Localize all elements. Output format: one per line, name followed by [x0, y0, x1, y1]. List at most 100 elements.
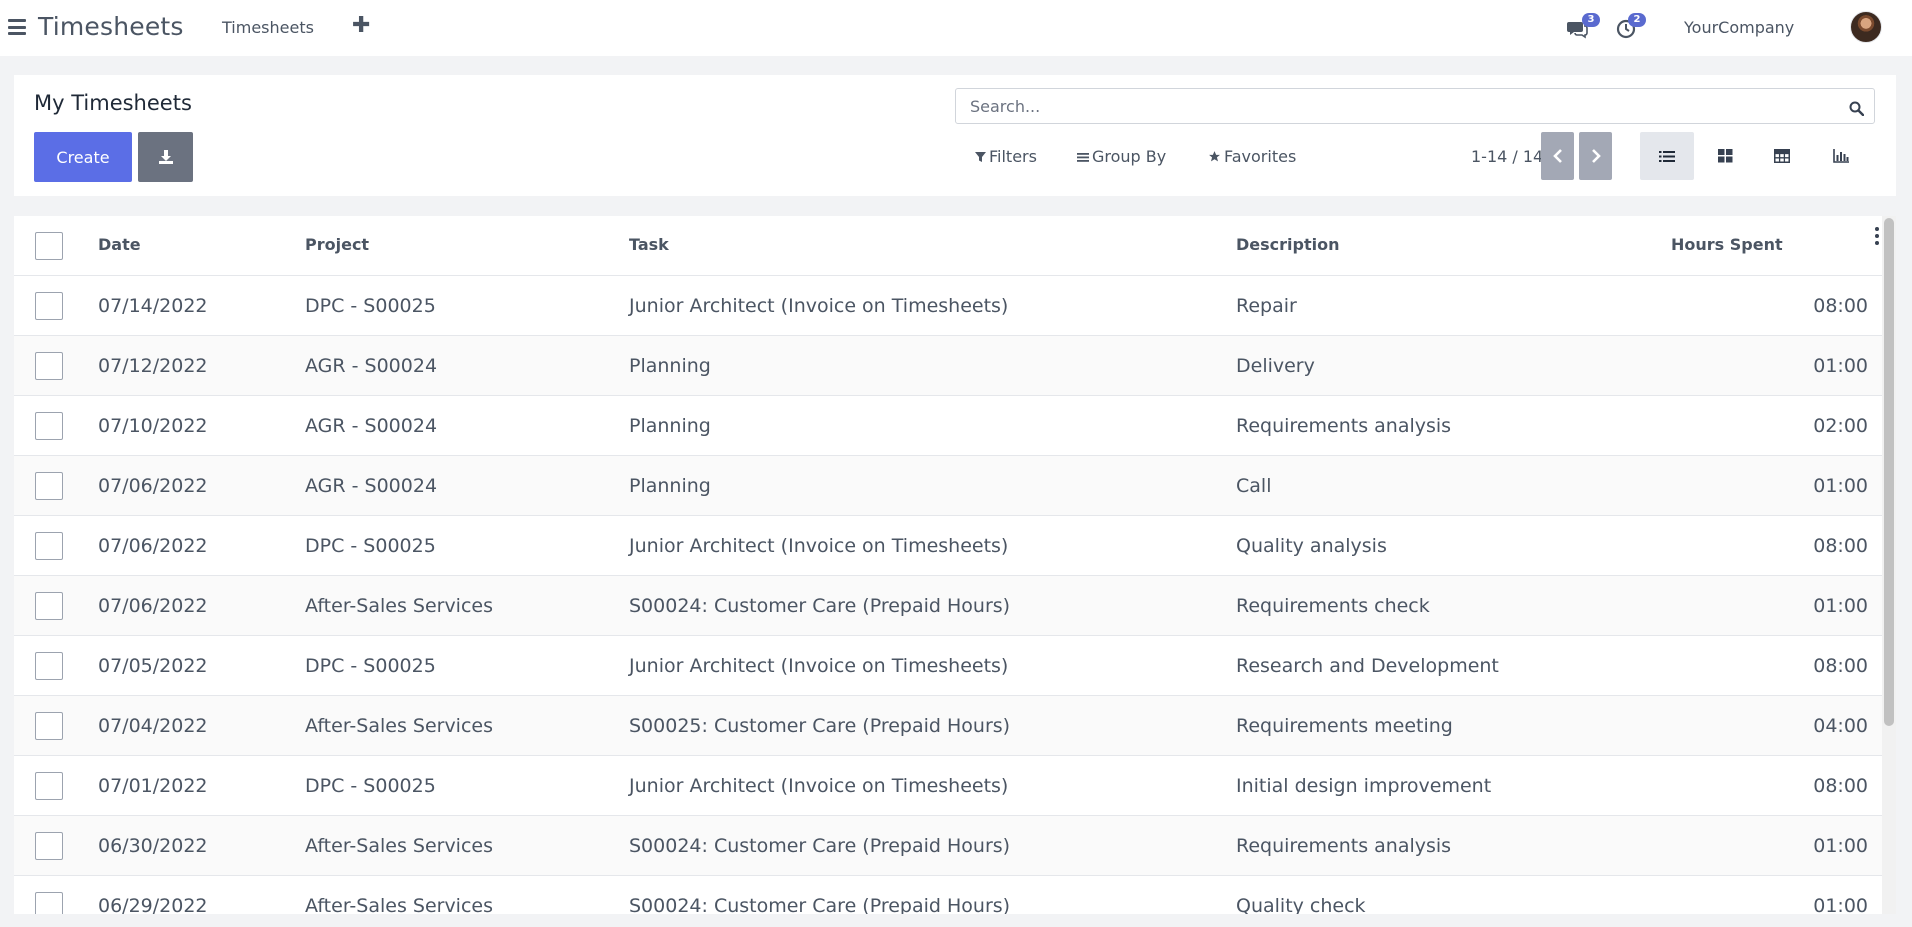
search-icon[interactable] [1849, 101, 1864, 116]
filters-label: Filters [989, 147, 1037, 166]
cell-project: After-Sales Services [305, 595, 493, 617]
cell-description: Requirements meeting [1236, 715, 1453, 737]
row-checkbox[interactable] [35, 772, 63, 800]
row-checkbox[interactable] [35, 472, 63, 500]
table-row[interactable]: 07/04/2022 After-Sales Services S00025: Cu… [14, 696, 1882, 756]
table-row[interactable]: 07/01/2022 DPC - S00025 Junior Architect (… [14, 756, 1882, 816]
cell-description: Research and Development [1236, 655, 1499, 677]
table-grid-icon [1774, 149, 1790, 163]
pager-next-button[interactable] [1579, 132, 1612, 180]
table-row[interactable]: 07/06/2022 AGR - S00024 Planning Call 01:00 [14, 456, 1882, 516]
optional-columns-kebab-icon[interactable] [1872, 226, 1882, 246]
menu-item-timesheets[interactable]: Timesheets [222, 18, 314, 37]
kanban-view-button[interactable] [1698, 132, 1752, 180]
cell-description: Requirements analysis [1236, 835, 1452, 857]
table-row[interactable]: 07/12/2022 AGR - S00024 Planning Delivery 01… [14, 336, 1882, 396]
group-by-dropdown[interactable]: Group By [1077, 147, 1166, 166]
cell-project: AGR - S00024 [305, 415, 438, 437]
download-icon [158, 150, 173, 164]
cell-date: 07/10/2022 [98, 415, 208, 437]
cell-hours-spent: 08:00 [1813, 535, 1868, 557]
column-header-task[interactable]: Task [629, 235, 669, 254]
kanban-view-icon [1717, 149, 1732, 163]
cell-project: AGR - S00024 [305, 475, 438, 497]
cell-date: 07/14/2022 [98, 295, 208, 317]
cell-task: Junior Architect (Invoice on Timesheets) [629, 535, 1009, 557]
cell-task: S00024: Customer Care (Prepaid Hours) [629, 895, 1011, 914]
table-row[interactable]: 07/05/2022 DPC - S00025 Junior Architect (… [14, 636, 1882, 696]
cell-project: DPC - S00025 [305, 295, 436, 317]
row-checkbox[interactable] [35, 352, 63, 380]
table-row[interactable]: 06/29/2022 After-Sales Services S00024: Cu… [14, 876, 1882, 914]
cell-project: DPC - S00025 [305, 775, 436, 797]
row-checkbox[interactable] [35, 292, 63, 320]
table-row[interactable]: 07/06/2022 DPC - S00025 Junior Architect (… [14, 516, 1882, 576]
search-input[interactable] [956, 89, 1874, 123]
table-row[interactable]: 07/14/2022 DPC - S00025 Junior Architect (… [14, 276, 1882, 336]
filters-dropdown[interactable]: Filters [975, 147, 1037, 166]
top-navbar: Timesheets Timesheets ✚ 3 2 YourCompany [0, 0, 1912, 56]
cell-description: Repair [1236, 295, 1297, 317]
row-checkbox[interactable] [35, 892, 63, 914]
cell-description: Initial design improvement [1236, 775, 1492, 797]
row-checkbox[interactable] [35, 652, 63, 680]
cell-task: Planning [629, 415, 711, 437]
cell-task: Planning [629, 475, 711, 497]
column-header-hours-spent[interactable]: Hours Spent [1671, 235, 1783, 254]
create-button[interactable]: Create [34, 132, 132, 182]
cell-hours-spent: 08:00 [1813, 655, 1868, 677]
group-by-label: Group By [1092, 147, 1167, 166]
control-panel: My Timesheets Create Filters Group By Fa… [14, 75, 1896, 196]
cell-date: 07/05/2022 [98, 655, 208, 677]
cell-task: Junior Architect (Invoice on Timesheets) [629, 295, 1009, 317]
row-checkbox[interactable] [35, 532, 63, 560]
table-row[interactable]: 07/06/2022 After-Sales Services S00024: Cu… [14, 576, 1882, 636]
cell-hours-spent: 01:00 [1813, 475, 1868, 497]
cell-hours-spent: 08:00 [1813, 295, 1868, 317]
hamburger-menu-icon[interactable] [8, 17, 26, 37]
cell-task: Junior Architect (Invoice on Timesheets) [629, 655, 1009, 677]
cell-project: AGR - S00024 [305, 355, 438, 377]
bar-chart-icon [1833, 149, 1849, 163]
company-switcher[interactable]: YourCompany [1684, 18, 1794, 37]
activities-button[interactable]: 2 [1616, 13, 1648, 42]
graph-view-button[interactable] [1814, 132, 1868, 180]
cell-hours-spent: 02:00 [1813, 415, 1868, 437]
new-item-plus-icon[interactable]: ✚ [352, 13, 370, 38]
app-title[interactable]: Timesheets [38, 12, 184, 41]
table-row[interactable]: 07/10/2022 AGR - S00024 Planning Requiremen… [14, 396, 1882, 456]
cell-hours-spent: 01:00 [1813, 895, 1868, 914]
row-checkbox[interactable] [35, 592, 63, 620]
export-button[interactable] [138, 132, 193, 182]
cell-date: 07/12/2022 [98, 355, 208, 377]
scrollbar-thumb[interactable] [1884, 218, 1894, 726]
search-bar [955, 88, 1875, 124]
timesheet-list: Date Project Task Description Hours Spen… [14, 216, 1896, 914]
pager-previous-button[interactable] [1541, 132, 1574, 180]
row-checkbox[interactable] [35, 412, 63, 440]
cell-description: Delivery [1236, 355, 1315, 377]
cell-project: After-Sales Services [305, 715, 493, 737]
grid-view-button[interactable] [1755, 132, 1809, 180]
list-view-button[interactable] [1640, 132, 1694, 180]
table-header: Date Project Task Description Hours Spen… [14, 216, 1882, 276]
select-all-checkbox[interactable] [35, 232, 63, 260]
pager-value[interactable]: 1-14 / 14 [1471, 147, 1543, 166]
cell-date: 06/30/2022 [98, 835, 208, 857]
cell-hours-spent: 04:00 [1813, 715, 1868, 737]
messages-button[interactable]: 3 [1566, 13, 1600, 42]
row-checkbox[interactable] [35, 712, 63, 740]
column-header-description[interactable]: Description [1236, 235, 1339, 254]
column-header-project[interactable]: Project [305, 235, 369, 254]
list-lines-icon [1077, 152, 1089, 162]
row-checkbox[interactable] [35, 832, 63, 860]
column-header-date[interactable]: Date [98, 235, 141, 254]
cell-date: 07/06/2022 [98, 475, 208, 497]
cell-task: Junior Architect (Invoice on Timesheets) [629, 775, 1009, 797]
cell-date: 07/06/2022 [98, 535, 208, 557]
favorites-dropdown[interactable]: Favorites [1208, 147, 1296, 166]
list-view-icon [1659, 150, 1675, 162]
user-avatar[interactable] [1850, 11, 1882, 43]
table-row[interactable]: 06/30/2022 After-Sales Services S00024: Cu… [14, 816, 1882, 876]
cell-description: Quality check [1236, 895, 1366, 914]
